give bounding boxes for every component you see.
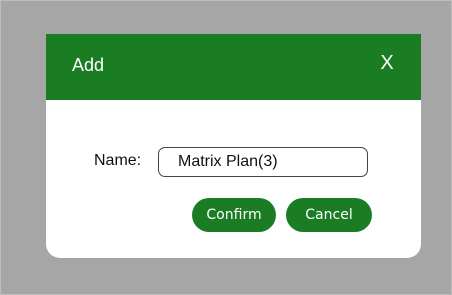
cancel-button[interactable]: Cancel [286, 198, 372, 232]
confirm-button[interactable]: Confirm [192, 198, 276, 232]
name-label: Name: [94, 152, 142, 169]
close-button[interactable]: X [376, 50, 398, 76]
dialog-title: Add [72, 55, 105, 75]
name-input[interactable] [158, 147, 368, 177]
add-dialog: Add X Name: Confirm Cancel [46, 34, 421, 258]
dialog-header: Add X [46, 34, 421, 100]
